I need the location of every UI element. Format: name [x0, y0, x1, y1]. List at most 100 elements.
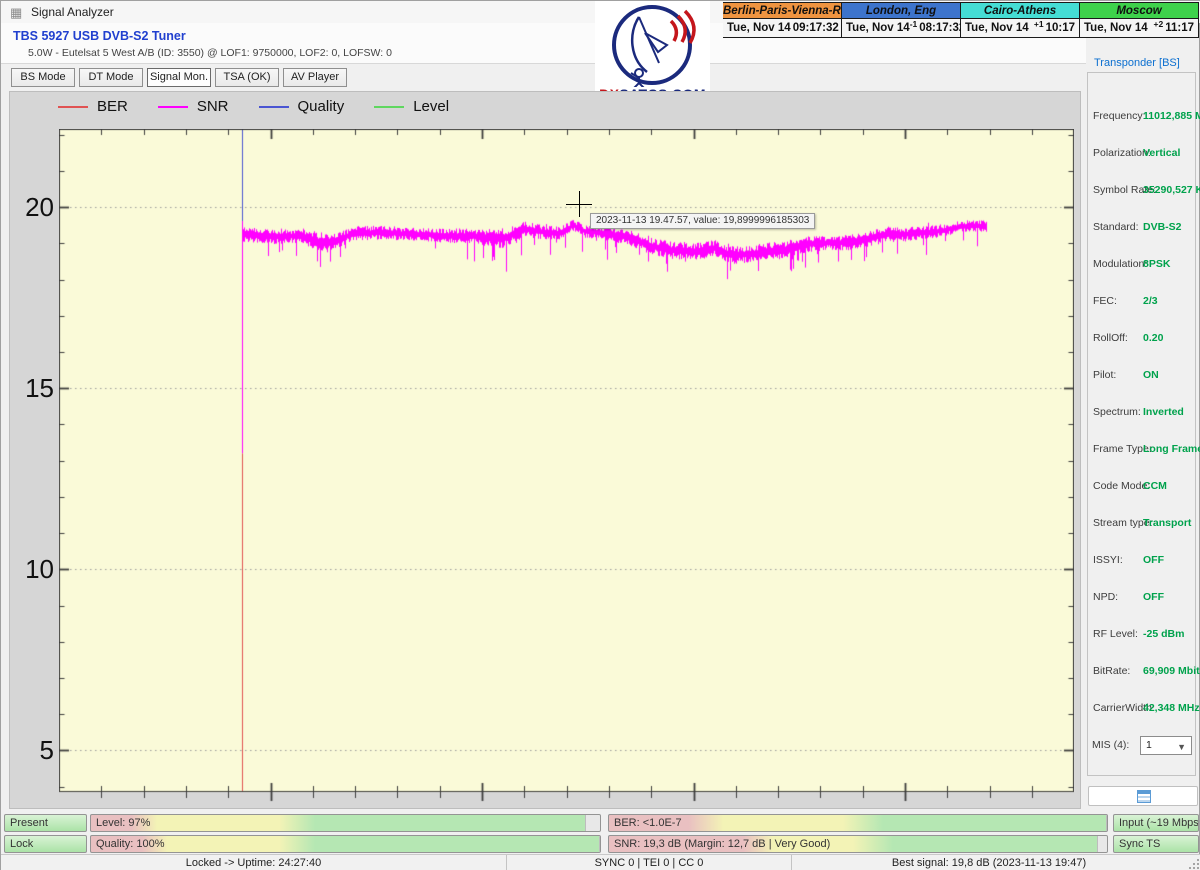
clock-utc-offset: +2 — [1154, 19, 1164, 29]
y-axis-tick-label: 15 — [12, 372, 54, 404]
field-value: 2/3 — [1143, 295, 1158, 307]
field-value: OFF — [1143, 554, 1164, 566]
clock-date: Tue, Nov 14 — [965, 22, 1034, 34]
clock-0: Berlin-Paris-Vienna-Roma Tue, Nov 14 09:… — [723, 2, 842, 38]
transponder-groupbox: Frequency: 11012,885 MHz Polarization: V… — [1087, 72, 1196, 776]
snr-meter: SNR: 19,3 dB (Margin: 12,7 dB | Very Goo… — [608, 835, 1108, 853]
level-meter: Level: 97% — [90, 814, 601, 832]
clock-datetime: Tue, Nov 14 09:17:32 — [723, 19, 841, 37]
clock-utc-offset: +1 — [1034, 19, 1044, 29]
legend-line-swatch — [259, 106, 289, 108]
transponder-row: Stream type: Transport — [1093, 517, 1195, 532]
legend-item-2: Quality — [259, 98, 345, 115]
field-value: -25 dBm — [1143, 628, 1184, 640]
field-label: RF Level: — [1093, 628, 1138, 640]
legend-item-3: Level — [374, 98, 449, 115]
legend-label: SNR — [197, 98, 229, 115]
satellite-dish-logo-art — [595, 1, 710, 87]
field-label: Spectrum: — [1093, 406, 1141, 418]
tab-1[interactable]: DT Mode — [79, 68, 143, 87]
status-lock-uptime: Locked -> Uptime: 24:27:40 — [1, 855, 506, 870]
field-label: Code Mode: — [1093, 480, 1150, 492]
ber-meter: BER: <1.0E-7 — [608, 814, 1108, 832]
crosshair-horizontal — [566, 204, 592, 205]
clock-city: Cairo-Athens — [961, 3, 1079, 19]
field-label: Modulation: — [1093, 258, 1147, 270]
transponder-row: Modulation: 8PSK — [1093, 258, 1195, 273]
field-label: FEC: — [1093, 295, 1117, 307]
snr-meter-label: SNR: 19,3 dB (Margin: 12,7 dB | Very Goo… — [614, 838, 830, 850]
value-tooltip: 2023-11-13 19.47.57, value: 19,899999618… — [590, 213, 815, 229]
transponder-row: Standard: DVB-S2 — [1093, 221, 1195, 236]
field-value: CCM — [1143, 480, 1167, 492]
field-label: ISSYI: — [1093, 554, 1123, 566]
mis-dropdown[interactable]: 1 ▼ — [1140, 736, 1192, 755]
transponder-row: Polarization: Vertical — [1093, 147, 1195, 162]
legend-item-1: SNR — [158, 98, 229, 115]
legend-line-swatch — [374, 106, 404, 108]
export-table-icon — [1137, 790, 1151, 803]
tab-4[interactable]: AV Player — [283, 68, 347, 87]
clock-date: Tue, Nov 14 — [846, 22, 910, 34]
transponder-row: Frame Type: Long Frame — [1093, 443, 1195, 458]
clock-date: Tue, Nov 14 — [1084, 22, 1154, 34]
plot-area[interactable]: 2023-11-13 19.47.57, value: 19,899999618… — [59, 129, 1074, 792]
clock-city: London, Eng — [842, 3, 960, 19]
legend-label: Level — [413, 98, 449, 115]
clock-time: 09:17:32 — [793, 22, 839, 34]
status-bar: Locked -> Uptime: 24:27:40 SYNC 0 | TEI … — [1, 854, 1200, 870]
transponder-row: RF Level: -25 dBm — [1093, 628, 1195, 643]
level-meter-label: Level: 97% — [96, 817, 150, 829]
field-value: ON — [1143, 369, 1159, 381]
transponder-panel: Frequency: 11012,885 MHz Polarization: V… — [1086, 64, 1200, 809]
transponder-row: NPD: OFF — [1093, 591, 1195, 606]
clock-utc-offset: -1 — [910, 19, 918, 29]
legend-item-0: BER — [58, 98, 128, 115]
signal-trace-canvas[interactable] — [59, 129, 1074, 805]
export-table-button[interactable] — [1088, 786, 1198, 806]
legend-label: BER — [97, 98, 128, 115]
field-value: 35290,527 KS/s — [1143, 184, 1200, 196]
field-value: 0.20 — [1143, 332, 1163, 344]
input-bitrate-indicator: Input (~19 Mbps) — [1113, 814, 1199, 832]
clock-city: Moscow — [1080, 3, 1198, 19]
ber-meter-label: BER: <1.0E-7 — [614, 817, 682, 829]
chevron-down-icon: ▼ — [1177, 739, 1186, 756]
field-label: Frequency: — [1093, 110, 1146, 122]
quality-unfilled-segment — [599, 836, 600, 852]
clock-datetime: Tue, Nov 14 +2 11:17 — [1080, 19, 1198, 37]
present-indicator: Present — [4, 814, 87, 832]
app-icon: ▦ — [10, 5, 22, 21]
field-value: Inverted — [1143, 406, 1184, 418]
snr-unfilled-segment — [1097, 836, 1107, 852]
transponder-row: BitRate: 69,909 Mbit/s — [1093, 665, 1195, 680]
field-value: Long Frame — [1143, 443, 1200, 455]
transponder-row: Spectrum: Inverted — [1093, 406, 1195, 421]
tab-2[interactable]: Signal Mon. — [147, 68, 211, 87]
clock-datetime: Tue, Nov 14 +1 10:17 — [961, 19, 1079, 37]
resize-grip[interactable] — [1189, 859, 1199, 869]
clock-2: Cairo-Athens Tue, Nov 14 +1 10:17 — [961, 2, 1080, 38]
clock-time: 11:17 — [1165, 22, 1194, 34]
field-value: Vertical — [1143, 147, 1180, 159]
tune-info: 5.0W - Eutelsat 5 West A/B (ID: 3550) @ … — [28, 47, 392, 59]
tab-0[interactable]: BS Mode — [11, 68, 75, 87]
transponder-row: Symbol Rate: 35290,527 KS/s — [1093, 184, 1195, 199]
signal-analyzer-window: ▦ Signal Analyzer TBS 5927 USB DVB-S2 Tu… — [0, 0, 1200, 870]
window-title: Signal Analyzer — [31, 5, 114, 19]
tab-3[interactable]: TSA (OK) — [215, 68, 279, 87]
status-sync-counters: SYNC 0 | TEI 0 | CC 0 — [506, 855, 791, 870]
quality-meter: Quality: 100% — [90, 835, 601, 853]
transponder-row: Code Mode: CCM — [1093, 480, 1195, 495]
field-value: 69,909 Mbit/s — [1143, 665, 1200, 677]
clock-time: 10:17 — [1046, 22, 1075, 34]
mis-label: MIS (4): — [1092, 739, 1129, 751]
field-value: Transport — [1143, 517, 1191, 529]
field-value: DVB-S2 — [1143, 221, 1182, 233]
y-axis-tick-label: 20 — [12, 191, 54, 223]
field-value: OFF — [1143, 591, 1164, 603]
transponder-row: FEC: 2/3 — [1093, 295, 1195, 310]
lock-indicator: Lock — [4, 835, 87, 853]
clock-datetime: Tue, Nov 14 -1 08:17:32 — [842, 19, 960, 37]
transponder-row: ISSYI: OFF — [1093, 554, 1195, 569]
